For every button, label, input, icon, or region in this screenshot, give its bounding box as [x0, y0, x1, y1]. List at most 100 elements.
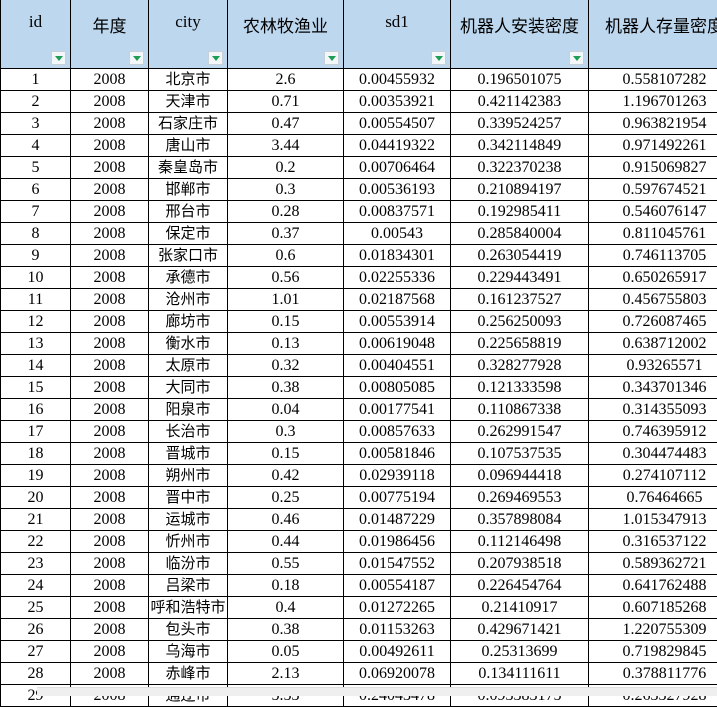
table-cell[interactable]: 28	[1, 663, 71, 685]
table-cell[interactable]: 0.134111611	[451, 663, 589, 685]
table-cell[interactable]: 0.339524257	[451, 113, 589, 135]
table-cell[interactable]: 2008	[71, 311, 149, 333]
table-cell[interactable]: 阳泉市	[149, 399, 228, 421]
table-cell[interactable]: 0.02187568	[344, 289, 451, 311]
table-cell[interactable]: 0.06920078	[344, 663, 451, 685]
table-cell[interactable]: 3.44	[228, 135, 344, 157]
table-cell[interactable]: 0.00554187	[344, 575, 451, 597]
table-cell[interactable]: 呼和浩特市	[149, 597, 228, 619]
table-cell[interactable]: 0.13	[228, 333, 344, 355]
table-cell[interactable]: 2008	[71, 531, 149, 553]
table-cell[interactable]: 邢台市	[149, 201, 228, 223]
table-cell[interactable]: 0.121333598	[451, 377, 589, 399]
table-cell[interactable]: 0.597674521	[589, 179, 717, 201]
table-cell[interactable]: 2008	[71, 91, 149, 113]
table-cell[interactable]: 0.971492261	[589, 135, 717, 157]
table-cell[interactable]: 0.01547552	[344, 553, 451, 575]
table-cell[interactable]: 2	[1, 91, 71, 113]
table-cell[interactable]: 0.915069827	[589, 157, 717, 179]
table-cell[interactable]: 0.110867338	[451, 399, 589, 421]
table-cell[interactable]: 1.196701263	[589, 91, 717, 113]
table-cell[interactable]: 0.00805085	[344, 377, 451, 399]
table-cell[interactable]: 20	[1, 487, 71, 509]
table-cell[interactable]: 0.47	[228, 113, 344, 135]
table-cell[interactable]: 0.01487229	[344, 509, 451, 531]
table-cell[interactable]: 0.00177541	[344, 399, 451, 421]
table-cell[interactable]: 0.00543	[344, 223, 451, 245]
table-cell[interactable]: 0.28	[228, 201, 344, 223]
table-cell[interactable]: 0.38	[228, 377, 344, 399]
table-cell[interactable]: 2008	[71, 157, 149, 179]
table-cell[interactable]: 2008	[71, 443, 149, 465]
table-cell[interactable]: 0.44	[228, 531, 344, 553]
table-cell[interactable]: 0.161237527	[451, 289, 589, 311]
table-cell[interactable]: 0.192985411	[451, 201, 589, 223]
table-cell[interactable]: 0.607185268	[589, 597, 717, 619]
table-cell[interactable]: 0.05	[228, 641, 344, 663]
filter-dropdown-icon[interactable]	[569, 51, 584, 65]
table-cell[interactable]: 2008	[71, 113, 149, 135]
table-cell[interactable]: 0.18	[228, 575, 344, 597]
table-cell[interactable]: 1.220755309	[589, 619, 717, 641]
table-cell[interactable]: 廊坊市	[149, 311, 228, 333]
table-cell[interactable]: 2008	[71, 663, 149, 685]
table-cell[interactable]: 衡水市	[149, 333, 228, 355]
table-cell[interactable]: 0.25313699	[451, 641, 589, 663]
filter-dropdown-icon[interactable]	[324, 51, 339, 65]
table-cell[interactable]: 2008	[71, 465, 149, 487]
table-cell[interactable]: 晋中市	[149, 487, 228, 509]
table-cell[interactable]: 2008	[71, 619, 149, 641]
table-cell[interactable]: 0.638712002	[589, 333, 717, 355]
table-cell[interactable]: 12	[1, 311, 71, 333]
table-cell[interactable]: 0.00581846	[344, 443, 451, 465]
table-cell[interactable]: 0.641762488	[589, 575, 717, 597]
table-cell[interactable]: 承德市	[149, 267, 228, 289]
table-cell[interactable]: 2008	[71, 355, 149, 377]
table-cell[interactable]: 14	[1, 355, 71, 377]
table-cell[interactable]: 0.25	[228, 487, 344, 509]
table-cell[interactable]: 2008	[71, 179, 149, 201]
table-cell[interactable]: 0.71	[228, 91, 344, 113]
table-cell[interactable]: 0.650265917	[589, 267, 717, 289]
table-cell[interactable]: 0.4	[228, 597, 344, 619]
table-cell[interactable]: 0.00353921	[344, 91, 451, 113]
table-cell[interactable]: 0.56	[228, 267, 344, 289]
table-cell[interactable]: 26	[1, 619, 71, 641]
table-cell[interactable]: 2008	[71, 135, 149, 157]
table-cell[interactable]: 8	[1, 223, 71, 245]
table-cell[interactable]: 0.263054419	[451, 245, 589, 267]
table-cell[interactable]: 秦皇岛市	[149, 157, 228, 179]
table-cell[interactable]: 3	[1, 113, 71, 135]
table-cell[interactable]: 0.38	[228, 619, 344, 641]
table-cell[interactable]: 1	[1, 69, 71, 91]
table-cell[interactable]: 0.314355093	[589, 399, 717, 421]
table-cell[interactable]: 2008	[71, 289, 149, 311]
table-cell[interactable]: 0.429671421	[451, 619, 589, 641]
table-cell[interactable]: 7	[1, 201, 71, 223]
column-header[interactable]: 机器人存量密度	[589, 0, 717, 69]
table-cell[interactable]: 0.00775194	[344, 487, 451, 509]
table-cell[interactable]: 2008	[71, 597, 149, 619]
table-cell[interactable]: 天津市	[149, 91, 228, 113]
table-cell[interactable]: 16	[1, 399, 71, 421]
table-cell[interactable]: 0.558107282	[589, 69, 717, 91]
table-cell[interactable]: 0.256250093	[451, 311, 589, 333]
table-cell[interactable]: 临汾市	[149, 553, 228, 575]
table-cell[interactable]: 0.76464665	[589, 487, 717, 509]
table-cell[interactable]: 0.00492611	[344, 641, 451, 663]
column-header[interactable]: id	[1, 0, 71, 69]
table-cell[interactable]: 0.01834301	[344, 245, 451, 267]
table-cell[interactable]: 0.328277928	[451, 355, 589, 377]
table-cell[interactable]: 0.46	[228, 509, 344, 531]
table-cell[interactable]: 2008	[71, 399, 149, 421]
table-cell[interactable]: 2008	[71, 509, 149, 531]
table-cell[interactable]: 18	[1, 443, 71, 465]
table-cell[interactable]: 15	[1, 377, 71, 399]
table-cell[interactable]: 0.21410917	[451, 597, 589, 619]
table-cell[interactable]: 2008	[71, 377, 149, 399]
table-cell[interactable]: 2008	[71, 245, 149, 267]
table-cell[interactable]: 2008	[71, 69, 149, 91]
table-cell[interactable]: 0.32	[228, 355, 344, 377]
table-cell[interactable]: 晋城市	[149, 443, 228, 465]
table-cell[interactable]: 11	[1, 289, 71, 311]
